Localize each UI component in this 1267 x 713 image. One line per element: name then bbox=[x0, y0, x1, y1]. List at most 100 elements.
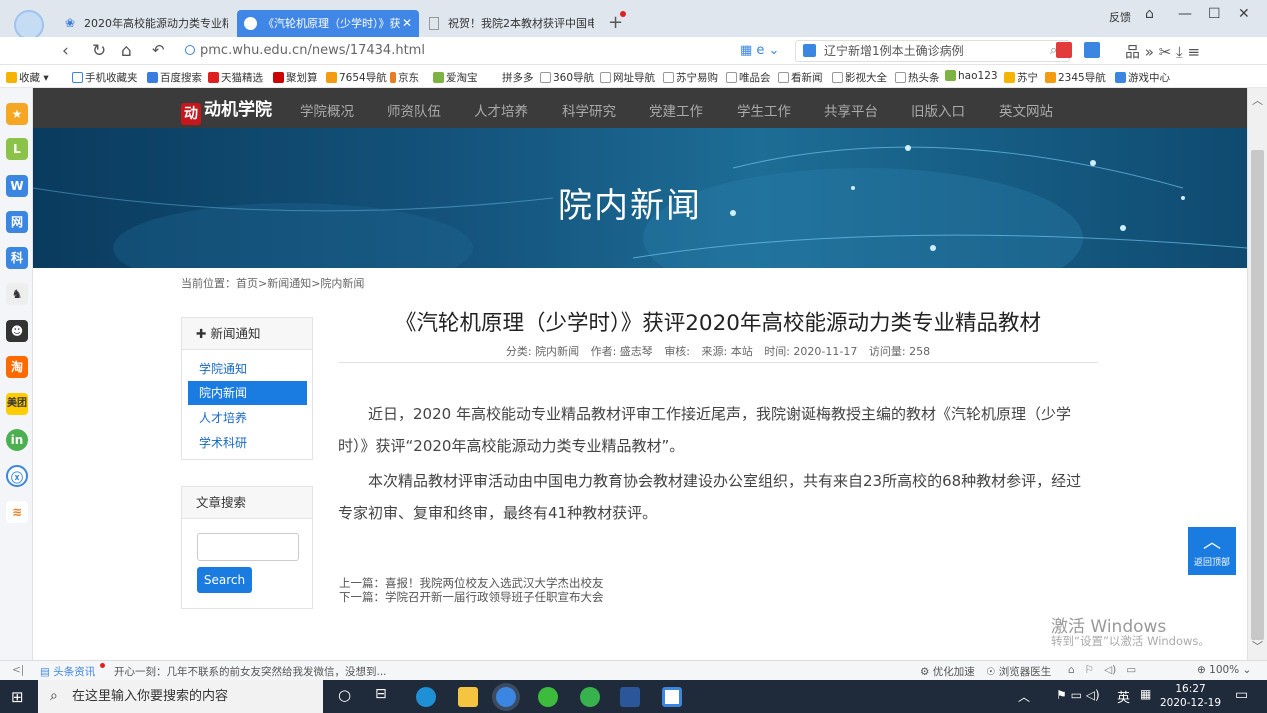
bookmark-item[interactable]: 360导航 bbox=[540, 70, 594, 85]
game-avatar-icon[interactable]: ☻ bbox=[6, 320, 28, 342]
url-input[interactable]: pmc.whu.edu.cn/news/17434.html bbox=[200, 43, 425, 58]
tab-3[interactable]: 祝贺！我院2本教材获评中国电 bbox=[422, 10, 594, 37]
tray-icons[interactable]: ⚑ ▭ ◁) bbox=[1056, 688, 1100, 702]
nav-item[interactable]: 共享平台 bbox=[824, 100, 878, 120]
notification-center-icon[interactable]: ▭ bbox=[1235, 687, 1248, 703]
bookmark-item[interactable]: 看新闻 bbox=[778, 70, 823, 85]
history-clock-icon[interactable]: L bbox=[6, 138, 28, 160]
nav-item[interactable]: 英文网站 bbox=[999, 100, 1053, 120]
ime-indicator[interactable]: 英 bbox=[1117, 687, 1130, 706]
refresh-icon[interactable]: ↻ bbox=[92, 41, 106, 61]
word-icon[interactable] bbox=[620, 687, 640, 707]
browser-doctor-button[interactable]: ☉ 浏览器医生 bbox=[986, 664, 1051, 679]
feedback-link[interactable]: 反馈 bbox=[1109, 9, 1131, 25]
scrollbar-thumb[interactable] bbox=[1251, 150, 1264, 640]
bookmark-favorites[interactable]: 收藏 ▾ bbox=[6, 70, 49, 85]
task-view-icon[interactable]: ○ bbox=[338, 686, 351, 704]
meituan-icon[interactable]: 美团 bbox=[6, 393, 28, 415]
bookmark-item[interactable]: hao123 bbox=[945, 70, 998, 82]
search-engine-icon[interactable] bbox=[803, 44, 816, 57]
category-item-notice[interactable]: 学院通知 bbox=[188, 357, 307, 381]
undo-icon[interactable]: ↶ bbox=[152, 41, 165, 59]
word-doc-icon[interactable]: W bbox=[6, 175, 28, 197]
news-feed-label[interactable]: ▤ 头条资讯 bbox=[40, 664, 95, 679]
tab-1[interactable]: ❀ 2020年高校能源动力类专业精 bbox=[58, 10, 228, 37]
bookmark-item[interactable]: 影视大全 bbox=[832, 70, 887, 85]
tray-overflow-icon[interactable]: ︿ bbox=[1018, 688, 1030, 705]
file-explorer-icon[interactable] bbox=[458, 687, 478, 707]
bookmark-item[interactable]: 苏宁 bbox=[1004, 70, 1038, 85]
bookmark-item[interactable]: 唯品会 bbox=[726, 70, 771, 85]
taobao-icon[interactable]: 淘 bbox=[6, 356, 28, 378]
scroll-up-icon[interactable]: ︿ bbox=[1252, 92, 1263, 108]
bookmark-item[interactable]: 热头条 bbox=[895, 70, 940, 85]
timeline-icon[interactable]: ⊟ bbox=[375, 686, 387, 702]
site-logo[interactable]: 动动机学院 bbox=[181, 95, 272, 125]
wave-app-icon[interactable]: ≋ bbox=[6, 501, 28, 523]
taskbar-search-input[interactable]: ⌕ 在这里输入你要搜索的内容 bbox=[38, 680, 323, 713]
bookmark-item[interactable]: 天猫精选 bbox=[208, 70, 263, 85]
nav-item[interactable]: 人才培养 bbox=[474, 100, 528, 120]
close-tab-icon[interactable]: ✕ bbox=[402, 10, 412, 37]
scroll-down-icon[interactable]: ﹀ bbox=[1252, 638, 1263, 654]
nav-item[interactable]: 学生工作 bbox=[737, 100, 791, 120]
bookmark-item[interactable]: 拼多多 bbox=[502, 70, 534, 85]
minimize-icon[interactable]: — bbox=[1178, 6, 1192, 22]
close-window-icon[interactable]: ✕ bbox=[1238, 6, 1250, 22]
bookmark-item[interactable]: 2345导航 bbox=[1045, 70, 1106, 85]
nav-item[interactable]: 旧版入口 bbox=[911, 100, 965, 120]
nav-item[interactable]: 学院概况 bbox=[300, 100, 354, 120]
wechat-icon[interactable] bbox=[538, 687, 558, 707]
nav-item[interactable]: 师资队伍 bbox=[387, 100, 441, 120]
maximize-icon[interactable]: ☐ bbox=[1208, 6, 1221, 22]
next-article-link[interactable]: 下一篇：学院召开新一届行政领导班子任职宣布大会 bbox=[339, 589, 604, 605]
nav-item[interactable]: 党建工作 bbox=[649, 100, 703, 120]
nav-item[interactable]: 科学研究 bbox=[562, 100, 616, 120]
bookmark-item[interactable]: 百度搜索 bbox=[147, 70, 202, 85]
bookmark-item[interactable]: 网址导航 bbox=[600, 70, 655, 85]
prev-link-text[interactable]: 上一篇：喜报！我院两位校友入选武汉大学杰出校友 bbox=[339, 576, 604, 590]
taskbar-clock[interactable]: 16:27 2020-12-19 bbox=[1160, 682, 1221, 710]
bookmark-item[interactable]: 7654导航 bbox=[326, 70, 387, 85]
bookmark-item[interactable]: 游戏中心 bbox=[1115, 70, 1170, 85]
skin-icon[interactable]: ⌂ bbox=[1145, 6, 1154, 22]
windows-start-icon[interactable]: ⊞ bbox=[11, 688, 24, 706]
360-browser-icon[interactable] bbox=[496, 687, 516, 707]
ime-grid-icon[interactable]: ▦ bbox=[1140, 687, 1151, 701]
bookmark-item[interactable]: 苏宁易购 bbox=[663, 70, 718, 85]
tab-2-active[interactable]: 《汽轮机原理（少学时）》获 ✕ bbox=[237, 10, 419, 37]
game-character-icon[interactable]: ♞ bbox=[6, 283, 28, 305]
optimize-button[interactable]: ⚙ 优化加速 bbox=[920, 664, 975, 679]
home-icon[interactable]: ⌂ bbox=[121, 41, 132, 61]
back-icon[interactable]: ‹ bbox=[62, 41, 69, 61]
science-icon[interactable]: 科 bbox=[6, 247, 28, 269]
window-app-icon[interactable] bbox=[662, 687, 682, 707]
green-app-icon[interactable]: in bbox=[6, 429, 28, 451]
compat-mode-icon[interactable]: ▦ e ⌄ bbox=[740, 43, 779, 58]
category-item-talent[interactable]: 人才培养 bbox=[188, 406, 307, 430]
extensions-icon[interactable]: 品 » ✂ ⤓ ≡ bbox=[1125, 41, 1200, 62]
next-link-text[interactable]: 下一篇：学院召开新一届行政领导班子任职宣布大会 bbox=[339, 590, 604, 604]
article-search-button[interactable]: Search bbox=[197, 567, 252, 593]
bookmark-item[interactable]: 聚划算 bbox=[273, 70, 318, 85]
web-icon[interactable]: 网 bbox=[6, 211, 28, 233]
shopping-icon[interactable] bbox=[1056, 42, 1072, 58]
category-item-research[interactable]: 学术科研 bbox=[188, 431, 307, 455]
circle-app-icon[interactable]: ⓧ bbox=[6, 465, 28, 487]
article-search-input[interactable] bbox=[197, 533, 299, 561]
bookmark-item[interactable]: 爱淘宝 bbox=[433, 70, 478, 85]
green-browser-icon[interactable] bbox=[580, 687, 600, 707]
edge-browser-icon[interactable] bbox=[416, 687, 436, 707]
search-input[interactable]: 辽宁新增1例本土确诊病例 bbox=[795, 40, 1070, 62]
status-tools-icons[interactable]: ⌂ ⚐ ◁) ▭ bbox=[1068, 664, 1136, 676]
bookmark-item[interactable]: 京东 bbox=[390, 70, 419, 85]
category-item-news[interactable]: 院内新闻 bbox=[188, 381, 307, 405]
translate-icon[interactable] bbox=[1084, 42, 1100, 58]
news-ticker[interactable]: 开心一刻：几年不联系的前女友突然给我发微信，没想到... bbox=[114, 664, 387, 679]
collapse-icon[interactable]: <| bbox=[12, 664, 24, 676]
zoom-control[interactable]: ⊕ 100% ⌄ bbox=[1197, 664, 1251, 676]
back-to-top-button[interactable]: ︿ 返回顶部 bbox=[1188, 527, 1236, 575]
favorites-star-icon[interactable]: ★ bbox=[6, 103, 28, 125]
bookmark-item[interactable]: 手机收藏夹 bbox=[72, 70, 138, 85]
vertical-scrollbar[interactable]: ︿ ﹀ bbox=[1247, 88, 1267, 660]
